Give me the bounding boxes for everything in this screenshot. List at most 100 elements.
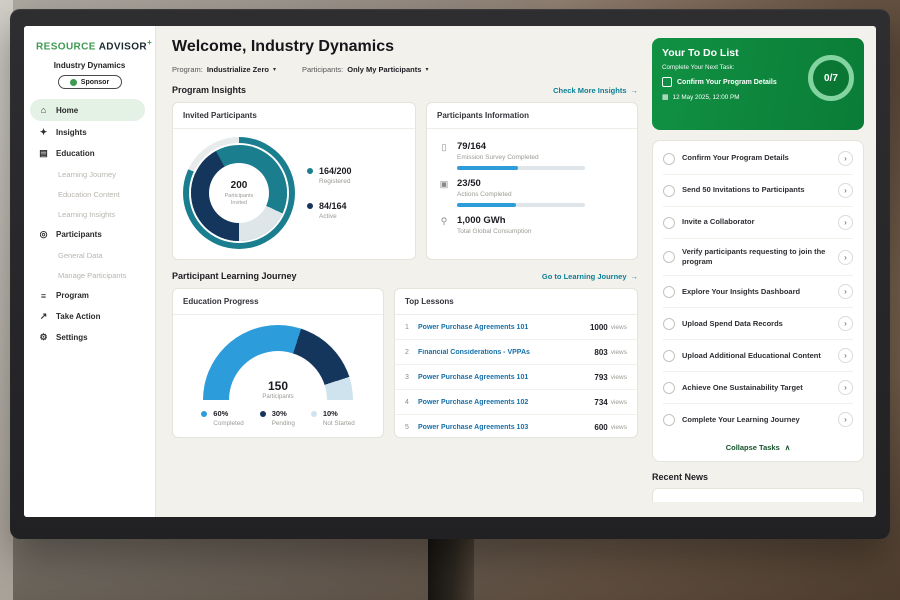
sidebar-item-label: Learning Insights — [58, 210, 115, 219]
lesson-views-unit: views — [611, 399, 627, 406]
link-label: Go to Learning Journey — [542, 272, 627, 281]
chevron-right-icon[interactable]: › — [838, 316, 853, 331]
chevron-right-icon[interactable]: › — [838, 284, 853, 299]
sidebar-item-general-data[interactable]: General Data — [24, 245, 155, 265]
lesson-rank: 5 — [405, 424, 418, 431]
legend-label: Active — [319, 213, 347, 220]
sidebar-item-label: General Data — [58, 251, 103, 260]
task-checkbox-icon[interactable] — [663, 251, 675, 263]
logo-text-resource: RESOURCE — [36, 41, 96, 52]
task-checkbox-icon[interactable] — [663, 217, 675, 229]
section-title: Participant Learning Journey — [172, 271, 297, 281]
participants-filter-label: Participants: — [302, 65, 343, 74]
go-to-learning-journey-link[interactable]: Go to Learning Journey → — [542, 272, 638, 281]
lesson-link[interactable]: Power Purchase Agreements 103 — [418, 424, 594, 431]
not-started-dot-icon — [311, 411, 317, 417]
task-row-confirm-program[interactable]: Confirm Your Program Details › — [663, 143, 853, 175]
lesson-row[interactable]: 4 Power Purchase Agreements 102 734 view… — [395, 390, 637, 415]
sidebar-item-education[interactable]: ▤ Education — [24, 143, 155, 164]
task-row-invite-collaborator[interactable]: Invite a Collaborator › — [663, 207, 853, 239]
task-checkbox-icon[interactable] — [663, 153, 675, 165]
monitor-bezel: RESOURCE ADVISOR+ Industry Dynamics Spon… — [10, 9, 890, 539]
completed-dot-icon — [201, 411, 207, 417]
chevron-right-icon[interactable]: › — [838, 380, 853, 395]
sidebar-item-participants[interactable]: ◎ Participants — [24, 224, 155, 245]
checkbox-icon[interactable] — [662, 77, 672, 87]
calendar-icon: ▦ — [662, 93, 669, 101]
chevron-up-icon: ∧ — [785, 443, 791, 452]
invited-donut-chart: 200 Participants Invited — [183, 137, 295, 249]
task-row-explore-insights[interactable]: Explore Your Insights Dashboard › — [663, 276, 853, 308]
task-label: Achieve One Sustainability Target — [682, 383, 831, 393]
task-checkbox-icon[interactable] — [663, 382, 675, 394]
stat-label: Actions Completed — [457, 191, 585, 198]
sidebar-item-settings[interactable]: ⚙ Settings — [24, 327, 155, 348]
task-checkbox-icon[interactable] — [663, 318, 675, 330]
todo-progress-count: 0/7 — [824, 73, 838, 84]
task-checkbox-icon[interactable] — [663, 350, 675, 362]
task-row-achieve-target[interactable]: Achieve One Sustainability Target › — [663, 372, 853, 404]
sidebar-item-label: Education Content — [58, 190, 120, 199]
dashboard-screen: RESOURCE ADVISOR+ Industry Dynamics Spon… — [24, 26, 876, 517]
todo-summary-card: Your To Do List Complete Your Next Task:… — [652, 38, 864, 130]
task-checkbox-icon[interactable] — [663, 286, 675, 298]
sidebar-item-label: Settings — [56, 333, 88, 342]
chevron-right-icon[interactable]: › — [838, 215, 853, 230]
program-filter-dropdown[interactable]: Program: Industrialize Zero ▾ — [172, 65, 276, 74]
check-more-insights-link[interactable]: Check More Insights → — [553, 86, 638, 95]
task-row-upload-spend-data[interactable]: Upload Spend Data Records › — [663, 308, 853, 340]
sponsor-label: Sponsor — [81, 79, 109, 86]
sidebar-item-home[interactable]: ⌂ Home — [30, 99, 145, 121]
card-title: Participants Information — [427, 103, 637, 129]
actions-progress-bar — [457, 203, 585, 207]
insights-icon: ✦ — [38, 127, 49, 138]
task-row-verify-participants[interactable]: Verify participants requesting to join t… — [663, 239, 853, 276]
sidebar-item-take-action[interactable]: ↗ Take Action — [24, 306, 155, 327]
task-row-send-invitations[interactable]: Send 50 Invitations to Participants › — [663, 175, 853, 207]
sidebar-item-program[interactable]: ≡ Program — [24, 285, 155, 306]
lesson-link[interactable]: Financial Considerations - VPPAs — [418, 349, 594, 356]
legend-label: Completed — [213, 420, 243, 427]
lesson-row[interactable]: 5 Power Purchase Agreements 103 600 view… — [395, 415, 637, 439]
task-label: Upload Additional Educational Content — [682, 351, 831, 361]
participants-filter-dropdown[interactable]: Participants: Only My Participants ▾ — [302, 65, 428, 74]
chevron-right-icon[interactable]: › — [838, 250, 853, 265]
task-row-complete-learning-journey[interactable]: Complete Your Learning Journey › — [663, 404, 853, 435]
task-checkbox-icon[interactable] — [663, 414, 675, 426]
task-checkbox-icon[interactable] — [663, 185, 675, 197]
gauge-center: 150 Participants — [203, 379, 353, 400]
lesson-link[interactable]: Power Purchase Agreements 102 — [418, 399, 594, 406]
task-label: Complete Your Learning Journey — [682, 415, 831, 425]
stat-global-consumption: ⚲ 1,000 GWh Total Global Consumption — [439, 215, 625, 235]
lesson-link[interactable]: Power Purchase Agreements 101 — [418, 324, 590, 331]
program-filter-value: Industrialize Zero — [207, 65, 269, 74]
legend-value: 30% — [272, 409, 295, 418]
logo-plus: + — [147, 38, 152, 47]
sidebar: RESOURCE ADVISOR+ Industry Dynamics Spon… — [24, 26, 156, 517]
task-label: Verify participants requesting to join t… — [682, 247, 831, 267]
chevron-right-icon[interactable]: › — [838, 183, 853, 198]
chevron-right-icon[interactable]: › — [838, 151, 853, 166]
task-row-upload-educational-content[interactable]: Upload Additional Educational Content › — [663, 340, 853, 372]
sidebar-item-learning-journey[interactable]: Learning Journey — [24, 164, 155, 184]
stat-label: Total Global Consumption — [457, 228, 531, 235]
education-icon: ▤ — [38, 148, 49, 159]
sidebar-item-manage-participants[interactable]: Manage Participants — [24, 265, 155, 285]
chevron-right-icon[interactable]: › — [838, 348, 853, 363]
lesson-link[interactable]: Power Purchase Agreements 101 — [418, 374, 594, 381]
chevron-right-icon[interactable]: › — [838, 412, 853, 427]
legend-value: 84/164 — [319, 201, 347, 211]
sidebar-item-insights[interactable]: ✦ Insights — [24, 122, 155, 143]
sidebar-item-learning-insights[interactable]: Learning Insights — [24, 204, 155, 224]
lesson-row[interactable]: 1 Power Purchase Agreements 101 1000 vie… — [395, 315, 637, 340]
todo-panel: Your To Do List Complete Your Next Task:… — [652, 26, 876, 517]
energy-icon: ⚲ — [439, 216, 449, 235]
sponsor-badge[interactable]: Sponsor — [58, 75, 122, 89]
stat-emission-survey: ▯ 79/164 Emission Survey Completed — [439, 141, 625, 170]
sidebar-item-education-content[interactable]: Education Content — [24, 184, 155, 204]
lesson-row[interactable]: 3 Power Purchase Agreements 101 793 view… — [395, 365, 637, 390]
collapse-tasks-button[interactable]: Collapse Tasks ∧ — [663, 435, 853, 459]
lesson-views-unit: views — [611, 349, 627, 356]
stat-value: 79/164 — [457, 141, 585, 152]
lesson-row[interactable]: 2 Financial Considerations - VPPAs 803 v… — [395, 340, 637, 365]
